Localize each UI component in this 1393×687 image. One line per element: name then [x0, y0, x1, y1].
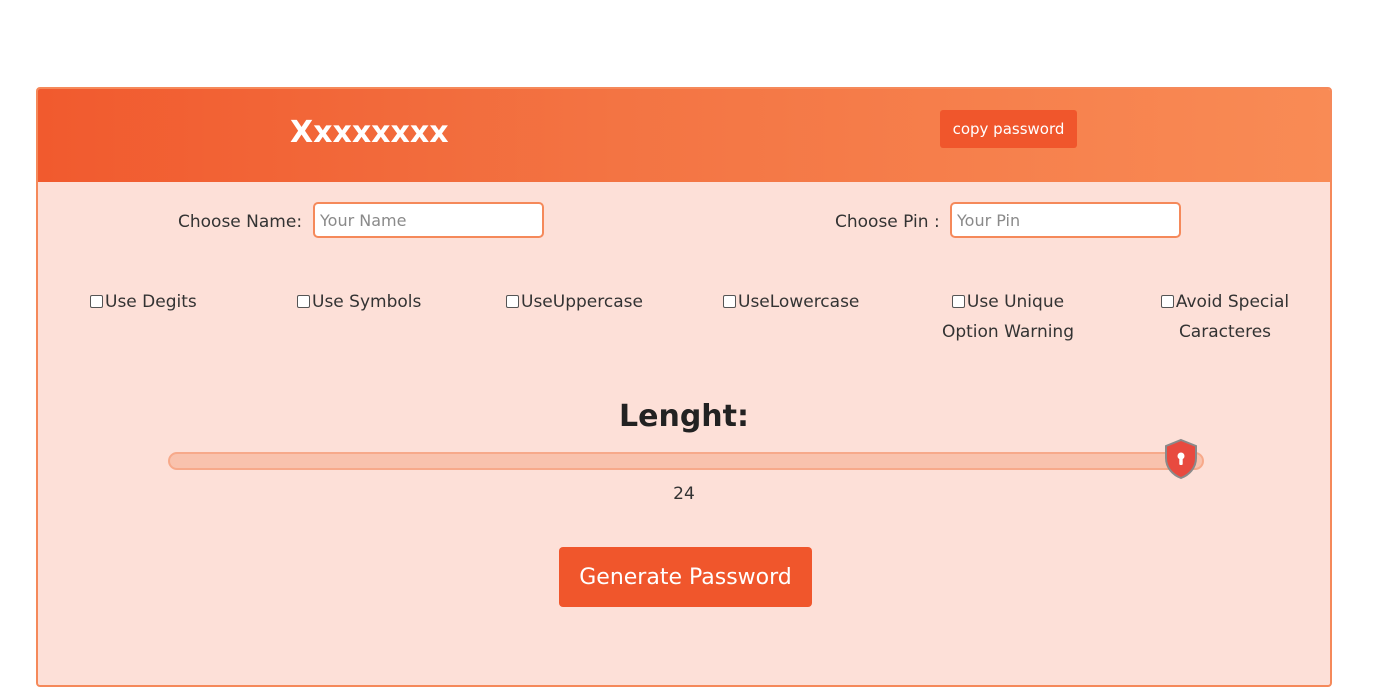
- card-header: Xxxxxxxx copy password: [38, 89, 1330, 182]
- name-input[interactable]: [313, 202, 544, 238]
- option-label: Use Degits: [105, 292, 197, 312]
- option-label: UseUppercase: [521, 292, 643, 312]
- option-label-line2: Option Warning: [941, 322, 1075, 342]
- pin-input[interactable]: [950, 202, 1181, 238]
- option-use-uppercase[interactable]: UseUppercase: [506, 287, 643, 317]
- name-label: Choose Name:: [178, 212, 303, 232]
- option-use-digits[interactable]: Use Degits: [90, 287, 197, 317]
- pin-label: Choose Pin :: [835, 212, 940, 232]
- option-use-symbols[interactable]: Use Symbols: [297, 287, 421, 317]
- option-label: Use Unique: [966, 292, 1065, 312]
- use-uppercase-checkbox[interactable]: [506, 295, 519, 308]
- length-value: 24: [673, 484, 695, 504]
- option-use-unique[interactable]: Use Unique Option Warning: [933, 287, 1083, 347]
- brand-title: Xxxxxxxx: [290, 115, 449, 150]
- generate-password-button[interactable]: Generate Password: [559, 547, 812, 607]
- use-unique-checkbox[interactable]: [951, 295, 965, 308]
- copy-password-button[interactable]: copy password: [940, 110, 1077, 148]
- use-digits-checkbox[interactable]: [90, 295, 103, 308]
- length-slider-track[interactable]: [168, 452, 1204, 470]
- length-title: Lenght:: [619, 399, 749, 434]
- avoid-special-checkbox[interactable]: [1160, 295, 1174, 308]
- option-use-lowercase[interactable]: UseLowercase: [723, 287, 859, 317]
- use-lowercase-checkbox[interactable]: [723, 295, 736, 308]
- use-symbols-checkbox[interactable]: [297, 295, 310, 308]
- option-avoid-special[interactable]: Avoid Special Caracteres: [1150, 287, 1300, 347]
- shield-keyhole-icon[interactable]: [1163, 438, 1199, 480]
- option-label: UseLowercase: [738, 292, 860, 312]
- option-label: Use Symbols: [312, 292, 422, 312]
- option-label: Avoid Special: [1175, 292, 1290, 312]
- password-generator-card: Xxxxxxxx copy password Choose Name: Choo…: [36, 87, 1332, 687]
- option-label-line2: Caracteres: [1178, 322, 1272, 342]
